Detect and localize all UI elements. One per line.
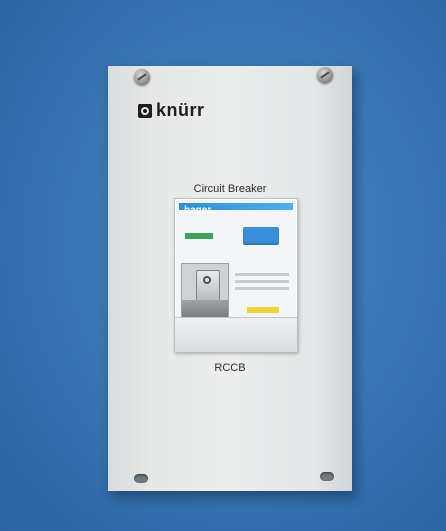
caption-circuit-breaker: Circuit Breaker bbox=[193, 183, 267, 195]
toggle-lever bbox=[196, 270, 220, 302]
toggle-housing bbox=[181, 263, 229, 323]
logo-text: knürr bbox=[156, 100, 205, 120]
screw-icon bbox=[317, 67, 333, 83]
brand-stripe: hager bbox=[179, 203, 293, 216]
rccb-device: hager bbox=[174, 198, 298, 352]
mounting-slot bbox=[134, 474, 148, 483]
device-cover bbox=[175, 317, 297, 352]
status-indicator bbox=[185, 233, 213, 239]
device-brand: hager bbox=[184, 205, 212, 216]
brand-logo: knürr bbox=[138, 100, 205, 121]
caption-rccb: RCCB bbox=[214, 362, 246, 374]
breaker-panel: knürr Circuit Breaker hager RCCB bbox=[108, 66, 352, 491]
mounting-slot bbox=[320, 472, 334, 481]
screw-icon bbox=[134, 69, 150, 85]
test-button bbox=[243, 227, 279, 245]
yellow-tab bbox=[247, 307, 279, 313]
logo-mark-icon bbox=[138, 103, 152, 118]
photo-scene: knürr Circuit Breaker hager RCCB bbox=[0, 0, 446, 531]
device-label-area bbox=[235, 273, 289, 294]
